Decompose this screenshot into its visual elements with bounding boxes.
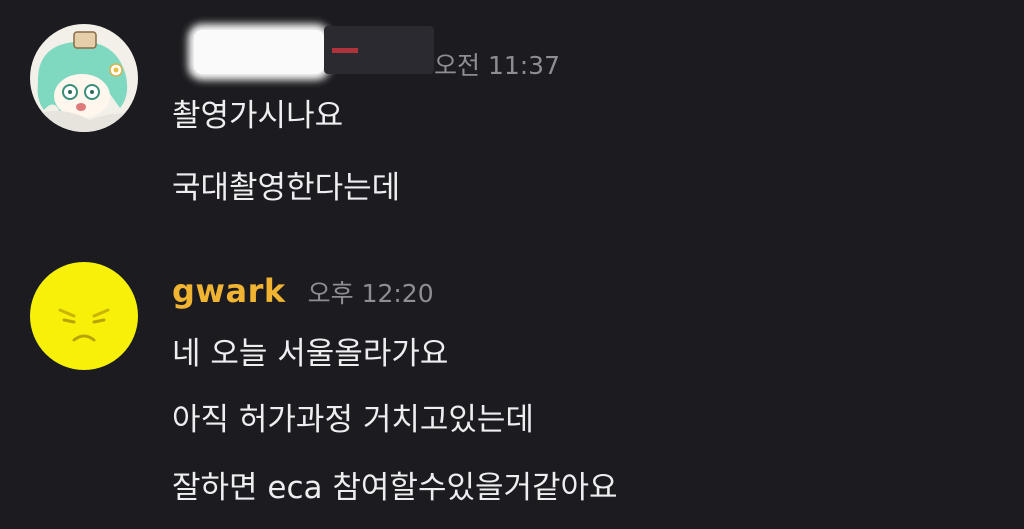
- user-avatar[interactable]: [30, 262, 138, 370]
- message-text: 아직 허가과정 거치고있는데: [172, 402, 534, 438]
- message-text: 국대촬영한다는데: [172, 170, 401, 206]
- message-header: 오전 11:37: [172, 26, 560, 82]
- message-text: 촬영가시나요: [172, 98, 344, 134]
- chat-log: 오전 11:37 촬영가시나요 국대촬영한다는데 gwark 오후 12:20 …: [0, 0, 1024, 529]
- message-timestamp: 오전 11:37: [434, 51, 560, 80]
- message-timestamp: 오후 12:20: [307, 279, 434, 308]
- angry-face-avatar-icon: [30, 262, 138, 370]
- message-text: 잘하면 eca 참여할수있을거같아요: [172, 470, 618, 506]
- username[interactable]: gwark: [172, 272, 286, 310]
- message-header: gwark 오후 12:20: [172, 272, 434, 310]
- message-text: 네 오늘 서울올라가요: [172, 336, 449, 372]
- anime-character-avatar-icon: [30, 24, 138, 132]
- redacted-username: [172, 26, 434, 74]
- user-avatar[interactable]: [30, 24, 138, 132]
